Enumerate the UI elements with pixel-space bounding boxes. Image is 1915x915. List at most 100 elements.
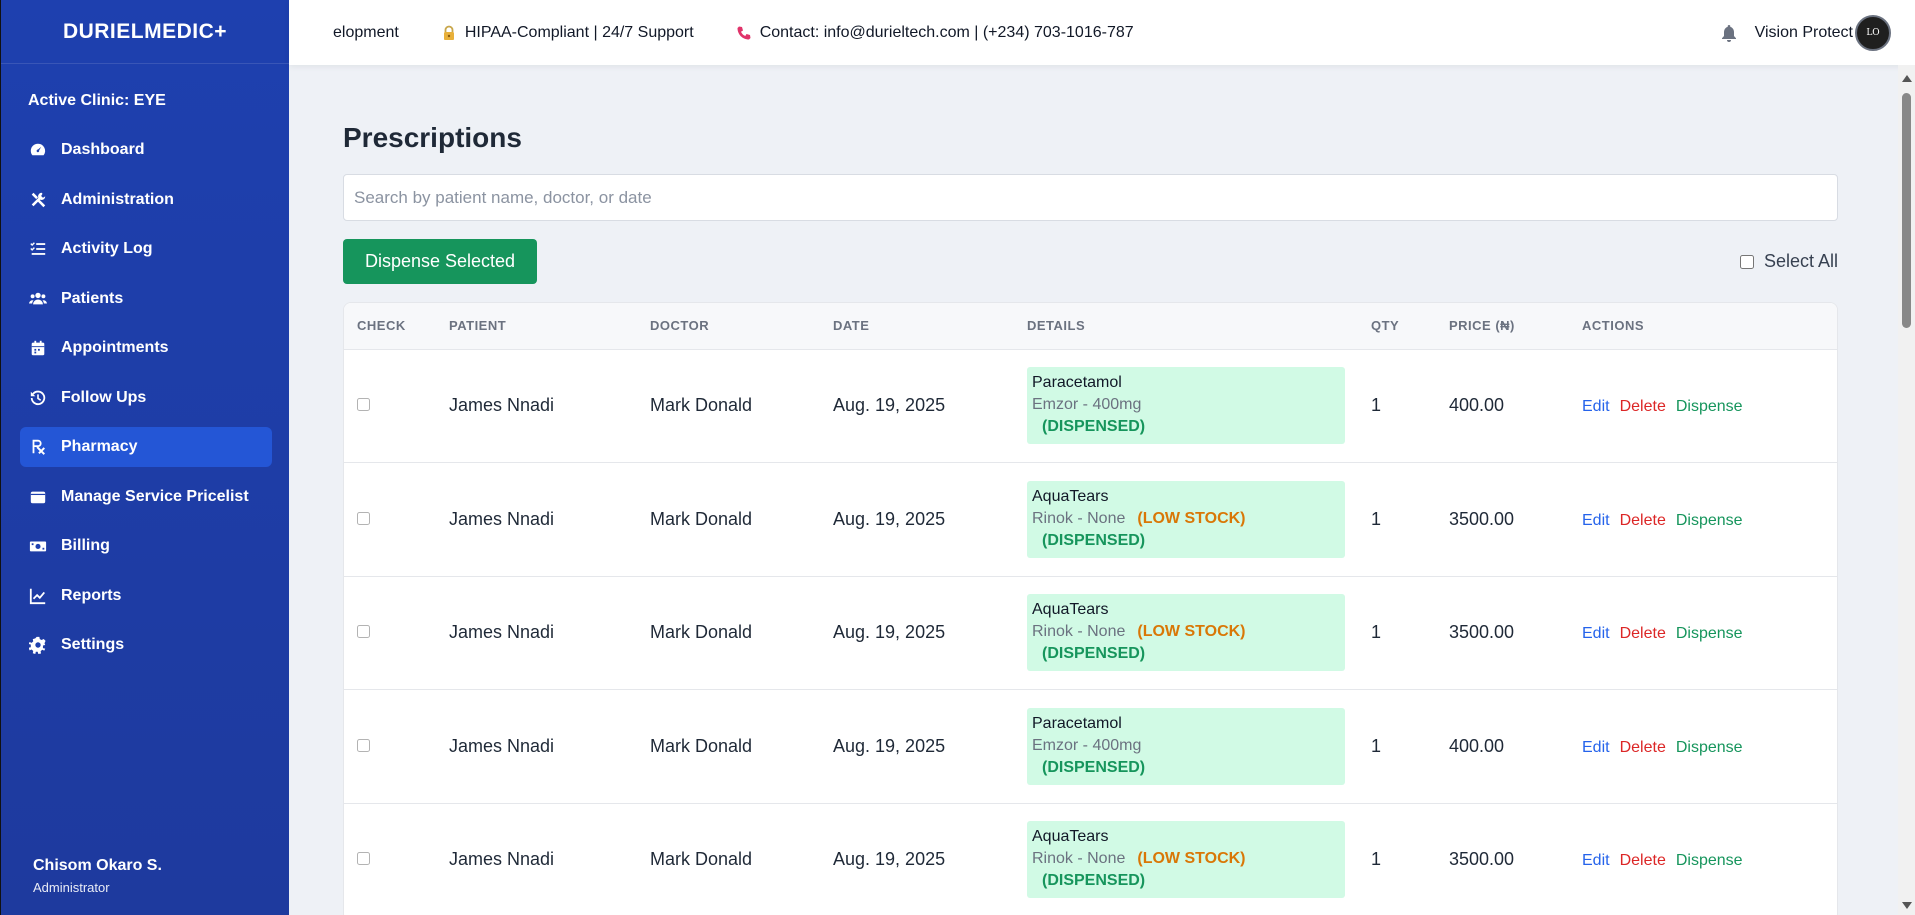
sidebar-item-label: Manage Service Pricelist [61, 487, 249, 505]
sidebar-item-activity-log[interactable]: Activity Log [20, 229, 272, 269]
edit-link[interactable]: Edit [1582, 625, 1610, 642]
scroll-down-arrow[interactable] [1902, 902, 1912, 909]
edit-link[interactable]: Edit [1582, 512, 1610, 529]
sidebar-item-label: Pharmacy [61, 438, 138, 455]
details-card: AquaTears Rinok - None (LOW STOCK) (DISPE… [1027, 821, 1345, 899]
column-header-patient[interactable]: PATIENT [436, 303, 637, 350]
list-check-icon [30, 242, 46, 255]
row-checkbox[interactable] [357, 852, 370, 866]
date-cell: Aug. 19, 2025 [833, 849, 946, 870]
column-header-details: DETAILS [1014, 303, 1358, 350]
delete-link[interactable]: Delete [1620, 852, 1666, 869]
dispense-link[interactable]: Dispense [1676, 512, 1743, 529]
sidebar-item-settings[interactable]: Settings [20, 625, 272, 665]
dispense-link[interactable]: Dispense [1676, 398, 1743, 415]
sidebar-item-reports[interactable]: Reports [20, 576, 272, 616]
sidebar-item-label: Billing [61, 537, 110, 554]
topbar-right: Vision Protect LO [1719, 0, 1891, 65]
avatar[interactable]: LO [1855, 14, 1891, 51]
qty-cell: 1 [1371, 508, 1382, 529]
column-header-check: CHECK [344, 303, 436, 350]
scroll-up-arrow[interactable] [1902, 75, 1912, 82]
sidebar-item-label: Patients [61, 289, 124, 307]
low-stock-badge: (LOW STOCK) [1137, 850, 1246, 868]
select-all-checkbox[interactable] [1739, 254, 1754, 269]
patient-cell: James Nnadi [449, 622, 555, 643]
date-cell: Aug. 19, 2025 [833, 395, 946, 416]
delete-link[interactable]: Delete [1620, 512, 1666, 529]
table-row: James Nnadi Mark Donald Aug. 19, 2025 Aq… [344, 576, 1837, 690]
edit-link[interactable]: Edit [1582, 852, 1610, 869]
edit-link[interactable]: Edit [1582, 739, 1610, 756]
organization-name[interactable]: Vision Protect [1755, 24, 1853, 42]
sidebar-item-service-pricelist[interactable]: Manage Service Pricelist [20, 477, 272, 517]
prescription-icon [32, 439, 46, 455]
ticker-hipaa-text: HIPAA-Compliant | 24/7 Support [464, 23, 694, 41]
sidebar-item-pharmacy[interactable]: Pharmacy [20, 427, 272, 467]
sidebar-item-administration[interactable]: Administration [20, 180, 272, 220]
user-profile[interactable]: Chisom Okaro S. Administrator [33, 857, 162, 895]
row-checkbox[interactable] [357, 625, 370, 639]
price-cell: 3500.00 [1449, 849, 1515, 870]
column-header-actions: ACTIONS [1569, 303, 1837, 350]
dispensed-status: (DISPENSED) [1042, 872, 1146, 890]
dispensed-status: (DISPENSED) [1042, 645, 1146, 663]
details-card: Paracetamol Emzor - 400mg (DISPENSED) [1027, 367, 1345, 445]
patient-cell: James Nnadi [449, 735, 555, 756]
drug-name: Paracetamol [1032, 374, 1122, 392]
table-row: James Nnadi Mark Donald Aug. 19, 2025 Pa… [344, 690, 1837, 803]
doctor-cell: Mark Donald [650, 849, 753, 870]
sidebar-item-dashboard[interactable]: Dashboard [20, 130, 272, 170]
calendar-icon [31, 340, 45, 356]
qty-cell: 1 [1371, 622, 1382, 643]
sidebar-item-patients[interactable]: Patients [20, 279, 272, 319]
select-all[interactable]: Select All [1739, 251, 1838, 272]
row-checkbox[interactable] [357, 511, 370, 525]
column-header-date[interactable]: DATE [820, 303, 1014, 350]
select-all-label: Select All [1763, 251, 1838, 271]
table-header-row: CHECK PATIENT DOCTOR DATE DETAILS QTY PR… [344, 303, 1837, 350]
lock-icon [443, 25, 454, 40]
scroll-thumb[interactable] [1902, 93, 1911, 328]
qty-cell: 1 [1371, 395, 1382, 416]
row-checkbox[interactable] [357, 738, 370, 752]
edit-link[interactable]: Edit [1582, 398, 1610, 415]
dispense-link[interactable]: Dispense [1676, 625, 1743, 642]
sidebar-item-label: Administration [61, 190, 174, 208]
dispense-link[interactable]: Dispense [1676, 852, 1743, 869]
table-row: James Nnadi Mark Donald Aug. 19, 2025 Aq… [344, 463, 1837, 576]
dispense-selected-button[interactable]: Dispense Selected [343, 239, 537, 284]
low-stock-badge: (LOW STOCK) [1137, 509, 1246, 527]
drug-name: AquaTears [1032, 487, 1109, 505]
sidebar-item-label: Reports [61, 586, 122, 604]
user-role: Administrator [33, 880, 110, 895]
delete-link[interactable]: Delete [1620, 398, 1666, 415]
drug-name: Paracetamol [1032, 714, 1122, 732]
delete-link[interactable]: Delete [1620, 739, 1666, 756]
page-title: Prescriptions [343, 122, 522, 153]
patient-cell: James Nnadi [449, 849, 555, 870]
delete-link[interactable]: Delete [1620, 625, 1666, 642]
sidebar-item-billing[interactable]: Billing [20, 526, 272, 566]
patient-cell: James Nnadi [449, 508, 555, 529]
sidebar: DURIELMEDIC+ Active Clinic: EYE Dashboar… [0, 0, 289, 915]
column-header-doctor[interactable]: DOCTOR [637, 303, 820, 350]
dispensed-status: (DISPENSED) [1042, 758, 1146, 776]
drug-sub: Emzor - 400mg [1032, 396, 1142, 414]
sidebar-item-label: Dashboard [61, 141, 145, 158]
drug-sub: Rinok - None [1032, 509, 1126, 527]
dispense-link[interactable]: Dispense [1676, 739, 1743, 756]
prescriptions-table: CHECK PATIENT DOCTOR DATE DETAILS QTY PR… [343, 302, 1838, 915]
main-content: Prescriptions Dispense Selected Select A… [289, 65, 1898, 915]
sidebar-item-follow-ups[interactable]: Follow Ups [20, 378, 272, 418]
row-checkbox[interactable] [357, 398, 370, 412]
sidebar-item-appointments[interactable]: Appointments [20, 328, 272, 368]
search-input[interactable] [343, 174, 1838, 221]
gear-icon [29, 636, 46, 654]
ticker-hipaa: HIPAA-Compliant | 24/7 Support [441, 24, 694, 42]
page-scrollbar[interactable] [1898, 65, 1915, 915]
patient-cell: James Nnadi [449, 395, 555, 416]
brand-logo[interactable]: DURIELMEDIC+ [1, 0, 289, 64]
bell-icon[interactable] [1719, 23, 1739, 43]
money-bill-icon [29, 541, 47, 552]
